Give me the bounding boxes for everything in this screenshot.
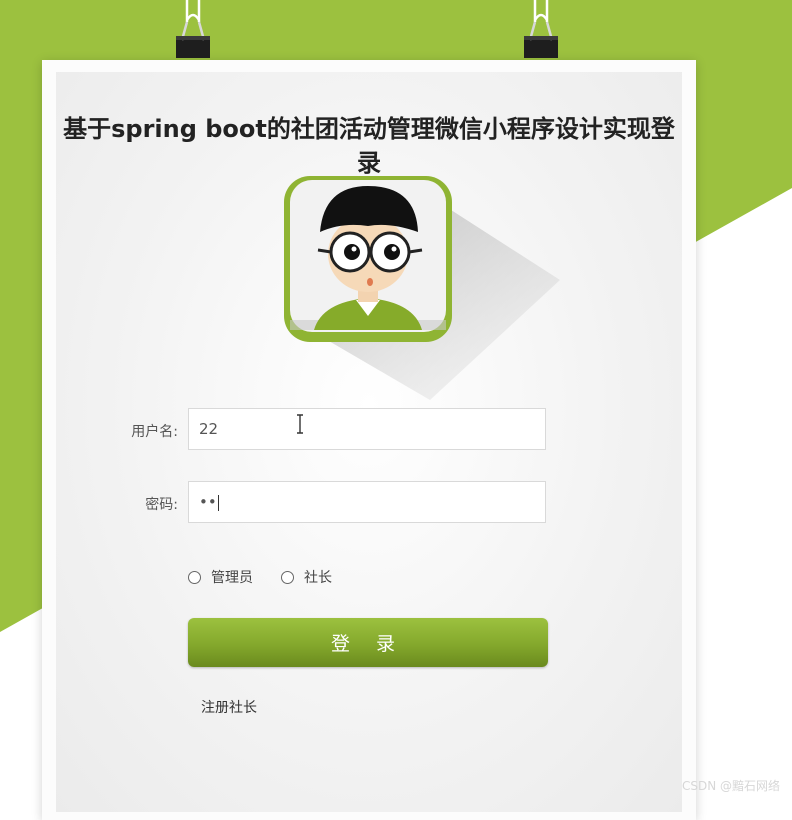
radio-circle-icon[interactable]	[281, 570, 294, 584]
username-label: 用户名:	[131, 424, 178, 440]
role-radio-admin[interactable]: 管理员	[188, 567, 253, 587]
username-input[interactable]: 22	[188, 408, 546, 450]
password-value: ••	[199, 493, 217, 511]
text-caret	[217, 494, 219, 511]
radio-circle-icon[interactable]	[188, 570, 201, 584]
role-radio-president[interactable]: 社长	[281, 567, 332, 587]
password-input[interactable]: ••	[188, 481, 546, 523]
login-button[interactable]: 登 录	[188, 618, 548, 667]
password-label: 密码:	[145, 497, 178, 513]
binder-clip-icon	[524, 0, 558, 58]
role-label-president: 社长	[304, 570, 332, 586]
avatar	[284, 176, 560, 400]
watermark: CSDN @黯石网络	[681, 779, 780, 793]
ibeam-cursor-icon	[297, 414, 303, 434]
binder-clip-icon	[176, 0, 210, 58]
register-president-link[interactable]: 注册社长	[201, 697, 257, 717]
role-radio-group: 管理员 社长	[188, 566, 360, 588]
role-label-admin: 管理员	[211, 570, 253, 586]
